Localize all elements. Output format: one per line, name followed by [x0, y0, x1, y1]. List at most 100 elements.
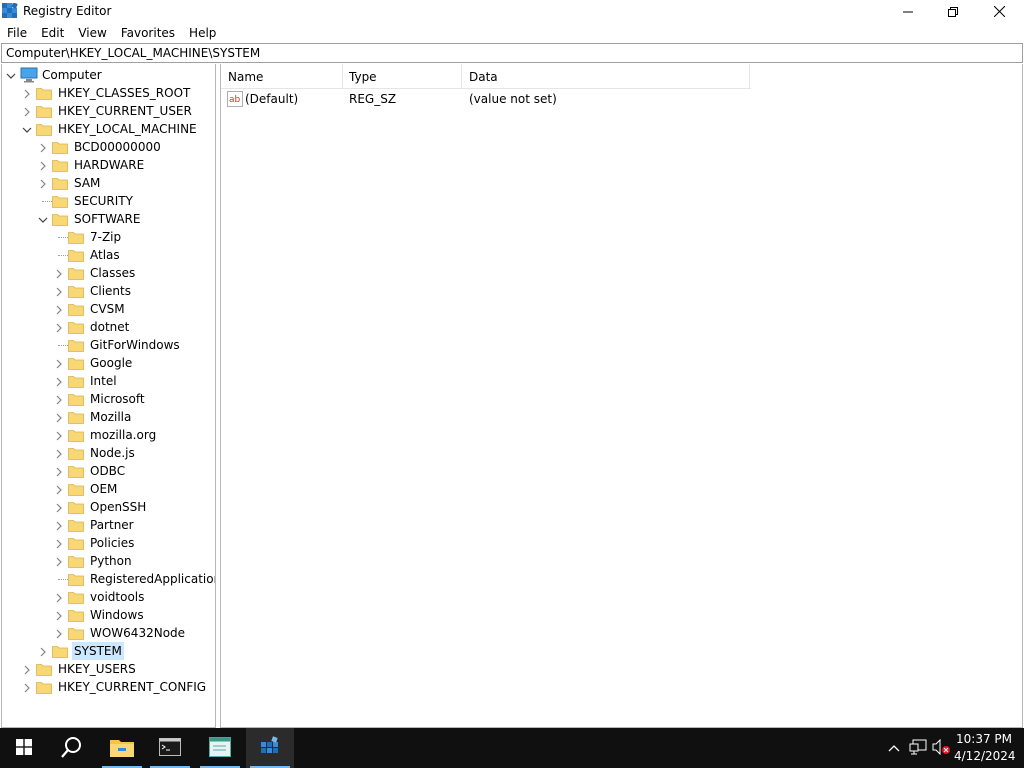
chevron-right-icon[interactable]	[54, 286, 64, 297]
restore-button[interactable]	[930, 0, 976, 23]
chevron-right-icon[interactable]	[54, 592, 64, 603]
tree-item-system[interactable]: SYSTEM	[2, 642, 215, 660]
chevron-right-icon[interactable]	[54, 376, 64, 387]
tree-item-voidtools[interactable]: voidtools	[2, 588, 215, 606]
tree-item-hkey-current-config[interactable]: HKEY_CURRENT_CONFIG	[2, 678, 215, 696]
tree-item-odbc[interactable]: ODBC	[2, 462, 215, 480]
tree-item-hkey-users[interactable]: HKEY_USERS	[2, 660, 215, 678]
show-hidden-icons-button[interactable]	[884, 728, 904, 768]
column-data-header[interactable]: Data	[462, 64, 750, 89]
taskbar-registry-editor[interactable]	[246, 728, 294, 768]
start-button[interactable]	[0, 728, 48, 768]
close-button[interactable]	[976, 0, 1022, 23]
key-tree[interactable]: Computer HKEY_CLASSES_ROOT HKEY_CURRENT_US…	[1, 64, 216, 728]
value-list[interactable]: Name Type Data ab (Default) REG_SZ (valu…	[220, 64, 1023, 728]
chevron-right-icon[interactable]	[38, 178, 48, 189]
tree-item-mozilla[interactable]: Mozilla	[2, 408, 215, 426]
menu-view[interactable]: View	[71, 23, 113, 43]
menu-file[interactable]: File	[0, 23, 34, 43]
tree-item-bcd00000000[interactable]: BCD00000000	[2, 138, 215, 156]
taskbar-terminal[interactable]	[146, 728, 194, 768]
tree-item-7-zip[interactable]: 7-Zip	[2, 228, 215, 246]
chevron-right-icon[interactable]	[22, 682, 32, 693]
chevron-right-icon[interactable]	[54, 520, 64, 531]
chevron-right-icon[interactable]	[54, 448, 64, 459]
tree-item-wow6432node[interactable]: WOW6432Node	[2, 624, 215, 642]
tree-item-google[interactable]: Google	[2, 354, 215, 372]
tree-item-security[interactable]: SECURITY	[2, 192, 215, 210]
folder-icon	[36, 679, 52, 695]
folder-icon	[68, 373, 84, 389]
chevron-right-icon[interactable]	[54, 430, 64, 441]
chevron-right-icon[interactable]	[54, 322, 64, 333]
chevron-right-icon[interactable]	[54, 412, 64, 423]
tree-item-hkey-local-machine[interactable]: HKEY_LOCAL_MACHINE	[2, 120, 215, 138]
tree-item-software[interactable]: SOFTWARE	[2, 210, 215, 228]
chevron-right-icon[interactable]	[54, 358, 64, 369]
menu-favorites[interactable]: Favorites	[114, 23, 182, 43]
tree-item-hkey-current-user[interactable]: HKEY_CURRENT_USER	[2, 102, 215, 120]
tree-item-dotnet[interactable]: dotnet	[2, 318, 215, 336]
tree-item-node-js[interactable]: Node.js	[2, 444, 215, 462]
tree-item-microsoft[interactable]: Microsoft	[2, 390, 215, 408]
clock-time: 10:37 PM	[956, 732, 1012, 746]
tree-item-sam[interactable]: SAM	[2, 174, 215, 192]
menu-help[interactable]: Help	[182, 23, 223, 43]
network-status-button[interactable]	[906, 728, 930, 768]
tree-item-label: dotnet	[90, 320, 130, 334]
menu-edit[interactable]: Edit	[34, 23, 71, 43]
folder-icon	[68, 517, 84, 533]
clock[interactable]: 10:37 PM 4/12/2024	[954, 731, 1016, 765]
taskbar-notepad[interactable]	[196, 728, 244, 768]
tree-item-oem[interactable]: OEM	[2, 480, 215, 498]
chevron-right-icon[interactable]	[54, 466, 64, 477]
tree-item-cvsm[interactable]: CVSM	[2, 300, 215, 318]
tree-item-openssh[interactable]: OpenSSH	[2, 498, 215, 516]
minimize-button[interactable]	[885, 0, 931, 23]
chevron-right-icon[interactable]	[54, 484, 64, 495]
column-type-header[interactable]: Type	[342, 64, 462, 89]
chevron-right-icon[interactable]	[38, 646, 48, 657]
tree-item-mozilla-org[interactable]: mozilla.org	[2, 426, 215, 444]
chevron-right-icon[interactable]	[22, 88, 32, 99]
chevron-right-icon[interactable]	[38, 142, 48, 153]
tree-item-label: SAM	[74, 176, 101, 190]
tree-item-hkey-classes-root[interactable]: HKEY_CLASSES_ROOT	[2, 84, 215, 102]
chevron-right-icon[interactable]	[54, 304, 64, 315]
folder-icon	[68, 247, 84, 263]
chevron-right-icon[interactable]	[22, 106, 32, 117]
chevron-right-icon[interactable]	[54, 556, 64, 567]
tree-item-policies[interactable]: Policies	[2, 534, 215, 552]
chevron-right-icon[interactable]	[54, 394, 64, 405]
value-row[interactable]: ab (Default) REG_SZ (value not set)	[221, 91, 751, 108]
chevron-right-icon[interactable]	[54, 610, 64, 621]
tree-item-windows[interactable]: Windows	[2, 606, 215, 624]
tree-item-registeredapplications[interactable]: RegisteredApplications	[2, 570, 215, 588]
chevron-down-icon[interactable]	[22, 124, 32, 134]
tree-item-computer[interactable]: Computer	[2, 66, 215, 84]
tree-item-atlas[interactable]: Atlas	[2, 246, 215, 264]
chevron-down-icon[interactable]	[38, 214, 48, 224]
folder-icon	[52, 643, 68, 659]
address-bar[interactable]: Computer\HKEY_LOCAL_MACHINE\SYSTEM	[1, 43, 1023, 63]
tree-item-clients[interactable]: Clients	[2, 282, 215, 300]
tree-item-partner[interactable]: Partner	[2, 516, 215, 534]
chevron-down-icon[interactable]	[6, 70, 16, 80]
chevron-right-icon[interactable]	[54, 268, 64, 279]
search-button[interactable]	[48, 728, 96, 768]
column-name-header[interactable]: Name	[221, 64, 343, 89]
chevron-right-icon[interactable]	[54, 628, 64, 639]
chevron-right-icon[interactable]	[22, 664, 32, 675]
tree-item-python[interactable]: Python	[2, 552, 215, 570]
chevron-right-icon[interactable]	[54, 538, 64, 549]
tree-item-intel[interactable]: Intel	[2, 372, 215, 390]
tree-item-label: Classes	[90, 266, 136, 280]
taskbar-file-explorer[interactable]	[98, 728, 146, 768]
volume-button[interactable]	[930, 728, 952, 768]
tree-item-gitforwindows[interactable]: GitForWindows	[2, 336, 215, 354]
folder-icon	[36, 103, 52, 119]
tree-item-hardware[interactable]: HARDWARE	[2, 156, 215, 174]
chevron-right-icon[interactable]	[38, 160, 48, 171]
chevron-right-icon[interactable]	[54, 502, 64, 513]
tree-item-classes[interactable]: Classes	[2, 264, 215, 282]
